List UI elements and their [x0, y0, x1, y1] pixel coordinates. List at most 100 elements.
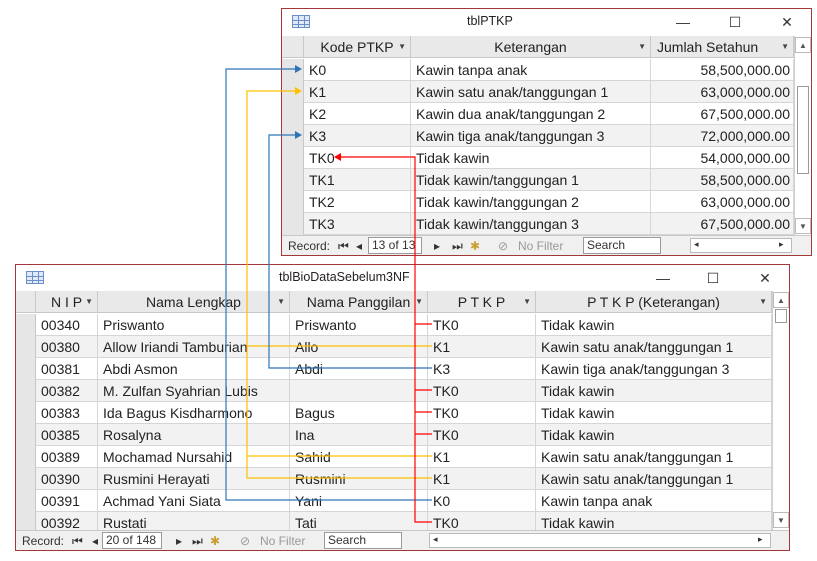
scroll-right-icon[interactable]: ▸ [779, 239, 784, 250]
cell-ptkp[interactable]: K3 [428, 358, 536, 380]
cell-ptkp[interactable]: K1 [428, 468, 536, 490]
col-header-nama-panggilan[interactable]: Nama Panggilan ▼ [290, 291, 428, 313]
row-selector[interactable] [16, 380, 36, 402]
no-filter-button[interactable]: No Filter [260, 534, 305, 548]
cell-nama-panggilan[interactable]: Priswanto [290, 314, 428, 336]
row-selector[interactable] [282, 81, 304, 103]
cell-nama-lengkap[interactable]: Rosalyna [98, 424, 290, 446]
row-selector[interactable] [16, 314, 36, 336]
dropdown-arrow-icon[interactable]: ▼ [638, 36, 646, 58]
row-selector[interactable] [282, 191, 304, 213]
table-row[interactable]: 00389 Mochamad Nursahid Sahid K1 Kawin s… [16, 446, 772, 468]
table-row[interactable]: TK0 Tidak kawin 54,000,000.00 [282, 147, 794, 169]
scroll-up-icon[interactable]: ▲ [795, 37, 811, 53]
cell-ptkp[interactable]: K0 [428, 490, 536, 512]
cell-keterangan[interactable]: Tidak kawin/tanggungan 1 [411, 169, 651, 191]
dropdown-arrow-icon[interactable]: ▼ [781, 36, 789, 58]
cell-kode-ptkp[interactable]: K1 [304, 81, 411, 103]
table-row[interactable]: 00382 M. Zulfan Syahrian Lubis TK0 Tidak… [16, 380, 772, 402]
cell-kode-ptkp[interactable]: K3 [304, 125, 411, 147]
row-selector[interactable] [16, 358, 36, 380]
cell-nama-lengkap[interactable]: Priswanto [98, 314, 290, 336]
row-selector[interactable] [16, 446, 36, 468]
cell-ptkp-keterangan[interactable]: Tidak kawin [536, 380, 772, 402]
table-row[interactable]: 00340 Priswanto Priswanto TK0 Tidak kawi… [16, 314, 772, 336]
cell-nama-panggilan[interactable]: Allo [290, 336, 428, 358]
cell-ptkp[interactable]: K1 [428, 446, 536, 468]
close-button[interactable]: ✕ [772, 9, 802, 35]
table-row[interactable]: K1 Kawin satu anak/tanggungan 1 63,000,0… [282, 81, 794, 103]
cell-nama-lengkap[interactable]: Allow Iriandi Tamburian [98, 336, 290, 358]
table-row[interactable]: K2 Kawin dua anak/tanggungan 2 67,500,00… [282, 103, 794, 125]
dropdown-arrow-icon[interactable]: ▼ [398, 36, 406, 58]
scroll-thumb[interactable] [797, 86, 809, 174]
cell-keterangan[interactable]: Kawin satu anak/tanggungan 1 [411, 81, 651, 103]
scroll-up-icon[interactable]: ▲ [773, 292, 789, 308]
cell-nip[interactable]: 00383 [36, 402, 98, 424]
table-row[interactable]: TK3 Tidak kawin/tanggungan 3 67,500,000.… [282, 213, 794, 235]
cell-ptkp-keterangan[interactable]: Tidak kawin [536, 424, 772, 446]
dropdown-arrow-icon[interactable]: ▼ [415, 291, 423, 313]
table-row[interactable]: TK2 Tidak kawin/tanggungan 2 63,000,000.… [282, 191, 794, 213]
col-header-keterangan[interactable]: Keterangan ▼ [411, 36, 651, 58]
row-selector[interactable] [16, 490, 36, 512]
cell-nama-panggilan[interactable]: Abdi [290, 358, 428, 380]
cell-ptkp-keterangan[interactable]: Kawin tiga anak/tanggungan 3 [536, 358, 772, 380]
first-record-icon[interactable]: ⏮ [72, 534, 83, 549]
col-header-nip[interactable]: N I P ▼ [36, 291, 98, 313]
col-header-ptkp-keterangan[interactable]: P T K P (Keterangan) ▼ [536, 291, 772, 313]
search-field[interactable]: Search [324, 532, 402, 549]
cell-ptkp[interactable]: TK0 [428, 380, 536, 402]
new-record-icon[interactable]: ✱ [470, 239, 480, 253]
cell-keterangan[interactable]: Tidak kawin/tanggungan 2 [411, 191, 651, 213]
cell-jumlah-setahun[interactable]: 58,500,000.00 [651, 169, 794, 191]
scroll-thumb[interactable] [775, 309, 787, 323]
maximize-button[interactable]: ☐ [698, 265, 728, 291]
cell-ptkp-keterangan[interactable]: Tidak kawin [536, 402, 772, 424]
dropdown-arrow-icon[interactable]: ▼ [523, 291, 531, 313]
cell-nip[interactable]: 00385 [36, 424, 98, 446]
no-filter-button[interactable]: No Filter [518, 239, 563, 253]
scroll-left-icon[interactable]: ◂ [433, 534, 438, 545]
cell-ptkp[interactable]: TK0 [428, 402, 536, 424]
cell-ptkp[interactable]: TK0 [428, 424, 536, 446]
col-header-nama-lengkap[interactable]: Nama Lengkap ▼ [98, 291, 290, 313]
cell-nama-lengkap[interactable]: Abdi Asmon [98, 358, 290, 380]
table-row[interactable]: 00381 Abdi Asmon Abdi K3 Kawin tiga anak… [16, 358, 772, 380]
cell-nip[interactable]: 00381 [36, 358, 98, 380]
cell-jumlah-setahun[interactable]: 72,000,000.00 [651, 125, 794, 147]
next-record-icon[interactable]: ▸ [176, 534, 182, 548]
table-row[interactable]: 00385 Rosalyna Ina TK0 Tidak kawin [16, 424, 772, 446]
cell-jumlah-setahun[interactable]: 54,000,000.00 [651, 147, 794, 169]
scroll-left-icon[interactable]: ◂ [694, 239, 699, 250]
ptkp-titlebar[interactable]: tblPTKP — ☐ ✕ [282, 9, 811, 35]
cell-ptkp-keterangan[interactable]: Kawin satu anak/tanggungan 1 [536, 468, 772, 490]
cell-kode-ptkp[interactable]: TK3 [304, 213, 411, 235]
table-row[interactable]: K3 Kawin tiga anak/tanggungan 3 72,000,0… [282, 125, 794, 147]
table-row[interactable]: 00380 Allow Iriandi Tamburian Allo K1 Ka… [16, 336, 772, 358]
cell-nama-panggilan[interactable] [290, 380, 428, 402]
cell-keterangan[interactable]: Kawin tiga anak/tanggungan 3 [411, 125, 651, 147]
new-record-icon[interactable]: ✱ [210, 534, 220, 548]
search-field[interactable]: Search [583, 237, 661, 254]
cell-kode-ptkp[interactable]: TK2 [304, 191, 411, 213]
biodata-titlebar[interactable]: tblBioDataSebelum3NF — ☐ ✕ [16, 265, 789, 291]
cell-nama-panggilan[interactable]: Sahid [290, 446, 428, 468]
cell-nip[interactable]: 00390 [36, 468, 98, 490]
table-row[interactable]: 00391 Achmad Yani Siata Yani K0 Kawin ta… [16, 490, 772, 512]
first-record-icon[interactable]: ⏮ [338, 239, 349, 254]
cell-nama-lengkap[interactable]: Ida Bagus Kisdharmono [98, 402, 290, 424]
dropdown-arrow-icon[interactable]: ▼ [277, 291, 285, 313]
cell-ptkp[interactable]: K1 [428, 336, 536, 358]
select-all-corner[interactable] [282, 36, 304, 58]
minimize-button[interactable]: — [648, 265, 678, 291]
row-selector[interactable] [282, 125, 304, 147]
ptkp-vertical-scrollbar[interactable]: ▲ ▼ [794, 36, 811, 236]
cell-nama-lengkap[interactable]: Mochamad Nursahid [98, 446, 290, 468]
cell-kode-ptkp[interactable]: K0 [304, 59, 411, 81]
row-selector[interactable] [282, 103, 304, 125]
next-record-icon[interactable]: ▸ [434, 239, 440, 253]
table-row[interactable]: 00383 Ida Bagus Kisdharmono Bagus TK0 Ti… [16, 402, 772, 424]
cell-keterangan[interactable]: Kawin dua anak/tanggungan 2 [411, 103, 651, 125]
maximize-button[interactable]: ☐ [720, 9, 750, 35]
